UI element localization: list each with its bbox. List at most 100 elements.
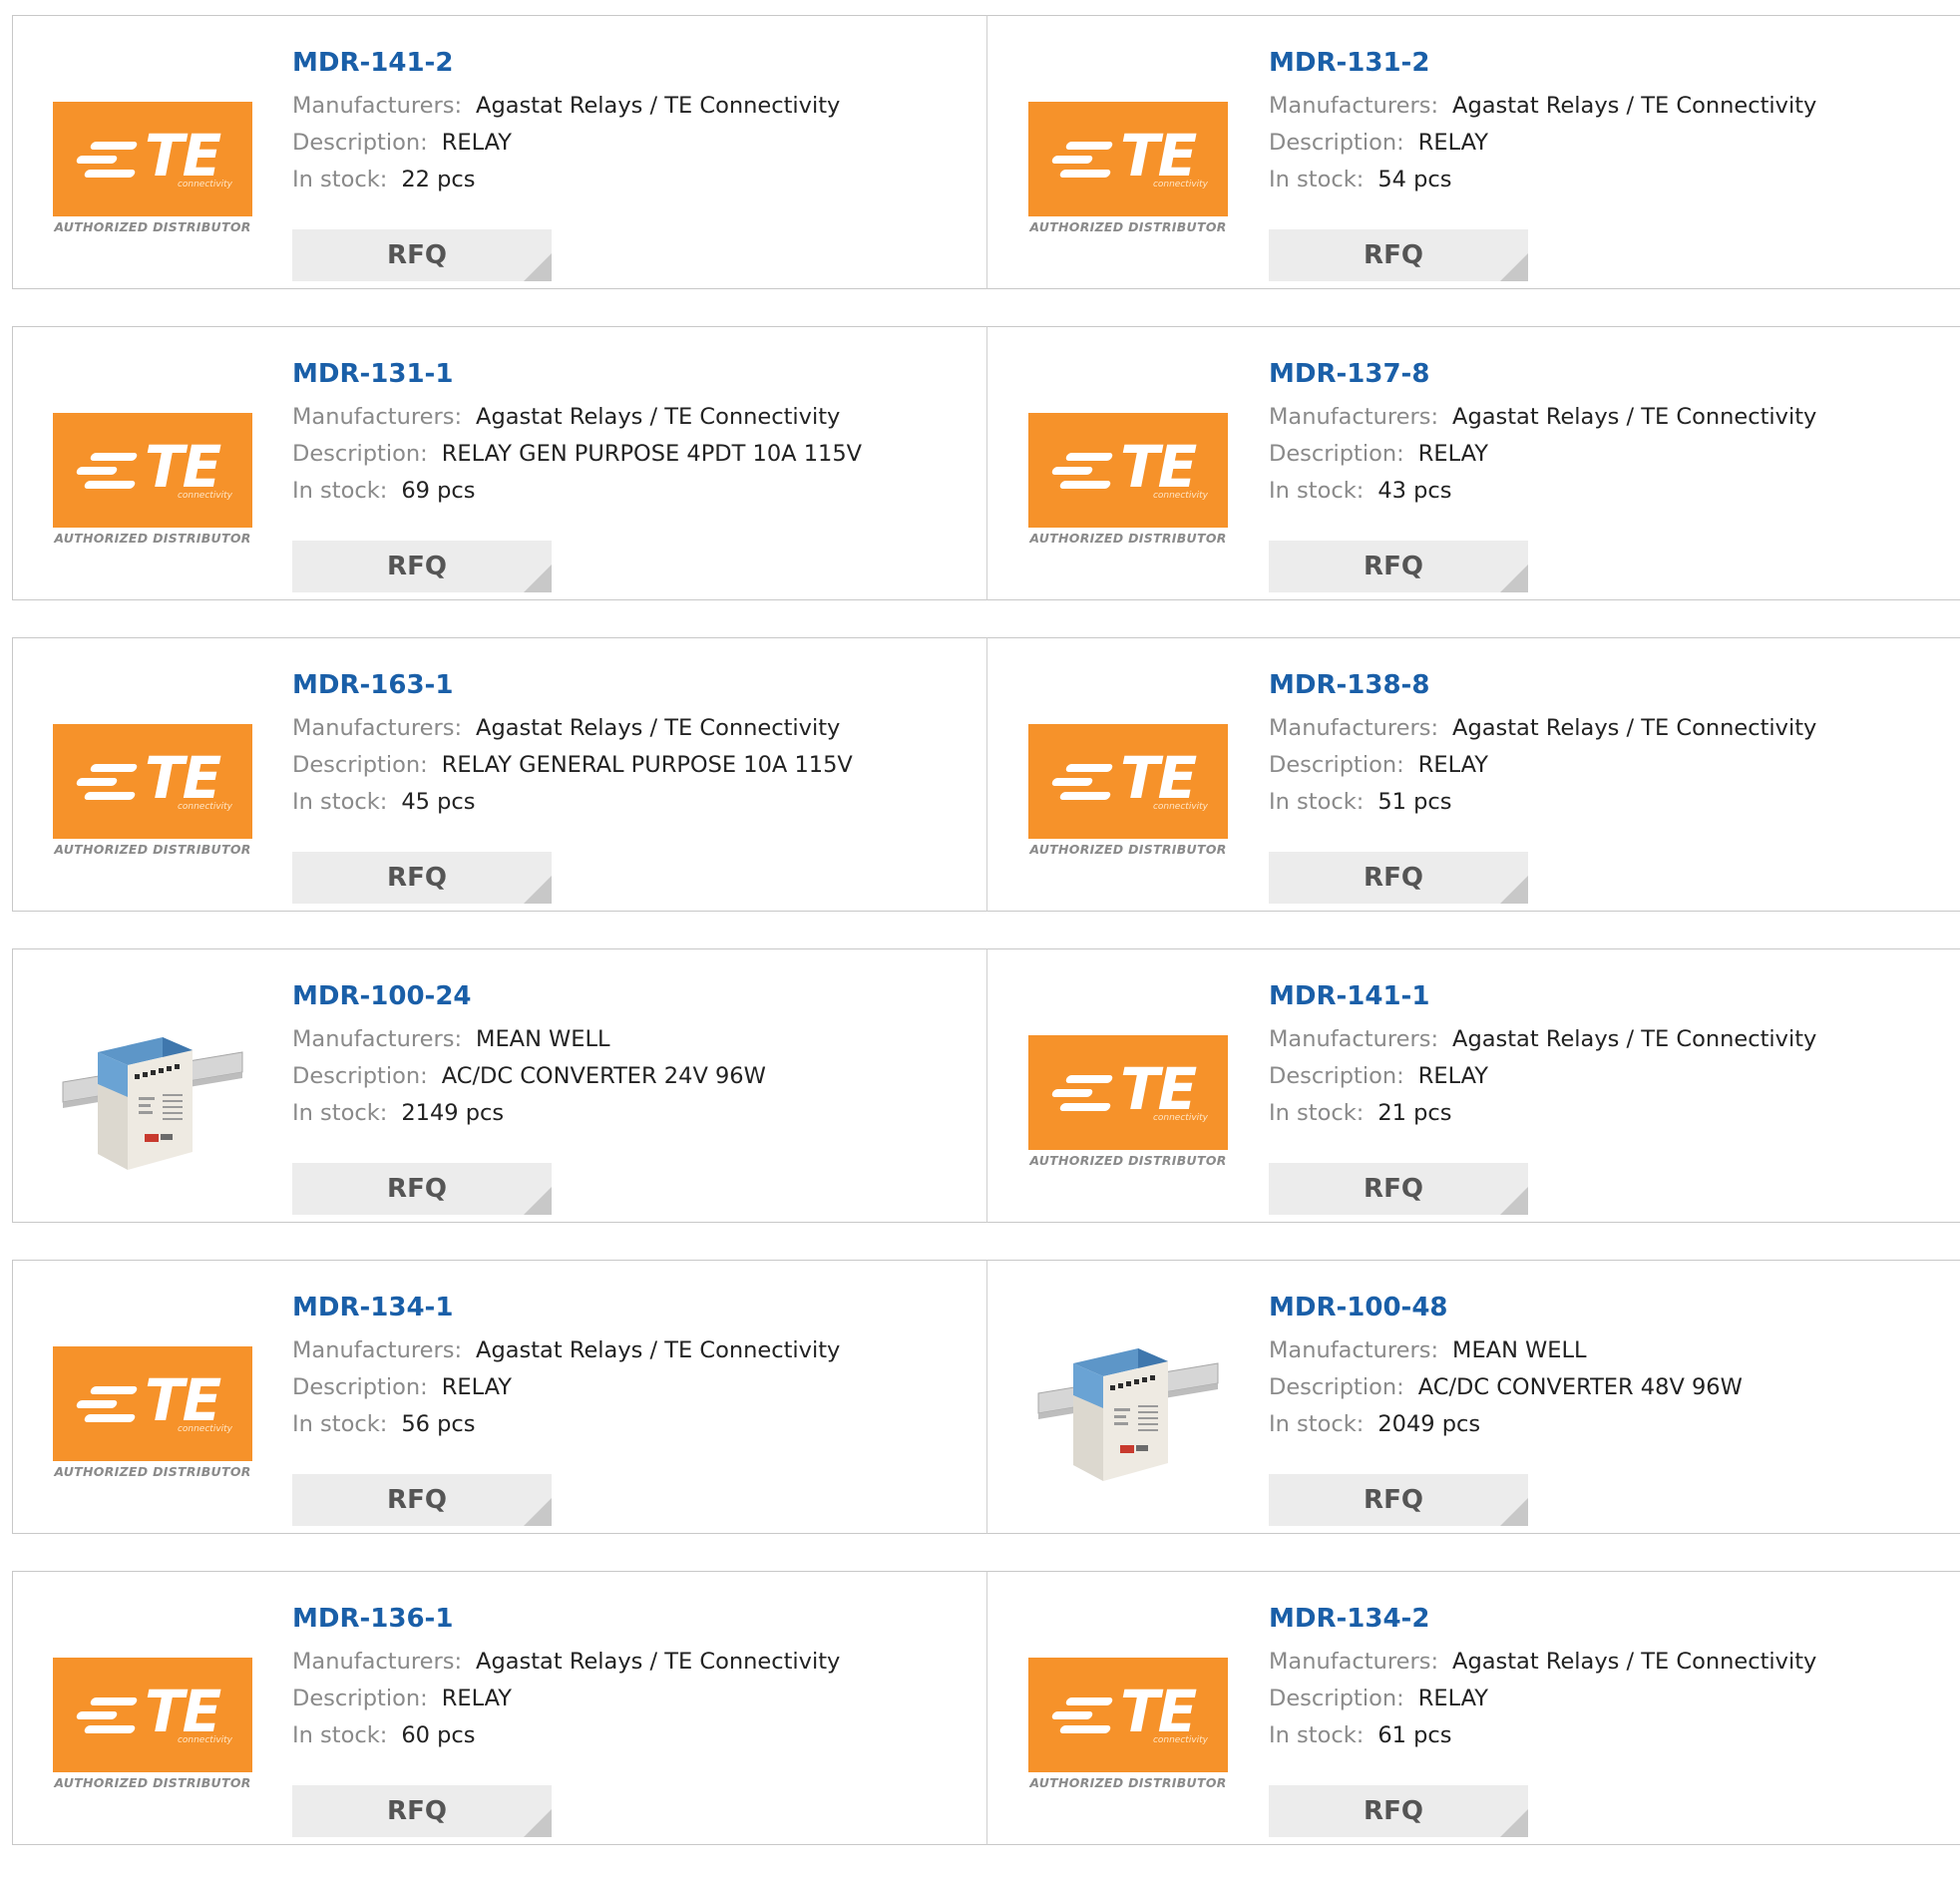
description-row: Description: RELAY xyxy=(1269,436,1927,473)
stock-value: 61 pcs xyxy=(1377,1722,1452,1748)
product-card: TE connectivity AUTHORIZED DISTRIBUTOR M… xyxy=(12,326,987,600)
product-title-link[interactable]: MDR-100-24 xyxy=(292,979,951,1013)
description-value: RELAY xyxy=(441,130,513,156)
product-row: TE connectivity AUTHORIZED DISTRIBUTOR M… xyxy=(12,1260,1960,1534)
stock-value: 51 pcs xyxy=(1377,789,1452,815)
product-row: TE connectivity AUTHORIZED DISTRIBUTOR M… xyxy=(12,326,1960,600)
product-title-link[interactable]: MDR-141-2 xyxy=(292,46,951,80)
product-title-link[interactable]: MDR-136-1 xyxy=(292,1602,951,1636)
stock-row: In stock: 69 pcs xyxy=(292,473,951,510)
product-title-link[interactable]: MDR-131-1 xyxy=(292,357,951,391)
product-thumbnail[interactable]: TE connectivity AUTHORIZED DISTRIBUTOR xyxy=(53,691,252,859)
description-value: RELAY xyxy=(1417,1063,1489,1089)
corner-triangle-icon xyxy=(1500,1809,1528,1837)
te-connectivity-logo: TE connectivity AUTHORIZED DISTRIBUTOR xyxy=(53,413,252,548)
manufacturer-value: MEAN WELL xyxy=(476,1026,610,1052)
product-title-link[interactable]: MDR-137-8 xyxy=(1269,357,1927,391)
corner-triangle-icon xyxy=(524,1187,552,1215)
product-card: TE connectivity AUTHORIZED DISTRIBUTOR M… xyxy=(12,1260,987,1534)
rfq-button[interactable]: RFQ xyxy=(292,229,552,281)
stock-label: In stock: xyxy=(292,1100,388,1126)
product-row: TE connectivity AUTHORIZED DISTRIBUTOR M… xyxy=(12,1571,1960,1845)
manufacturer-value: Agastat Relays / TE Connectivity xyxy=(1452,93,1817,119)
stock-label: In stock: xyxy=(292,167,388,192)
te-connectivity-logo: TE connectivity AUTHORIZED DISTRIBUTOR xyxy=(53,724,252,859)
manufacturer-label: Manufacturers: xyxy=(1269,1649,1439,1675)
manufacturer-row: Manufacturers: Agastat Relays / TE Connec… xyxy=(1269,88,1927,125)
stock-label: In stock: xyxy=(1269,167,1365,192)
te-connectivity-logo: TE connectivity AUTHORIZED DISTRIBUTOR xyxy=(1028,1658,1228,1792)
description-label: Description: xyxy=(292,752,428,778)
rfq-button[interactable]: RFQ xyxy=(1269,1785,1528,1837)
manufacturer-row: Manufacturers: Agastat Relays / TE Connec… xyxy=(292,88,951,125)
product-title-link[interactable]: MDR-138-8 xyxy=(1269,668,1927,702)
product-title-link[interactable]: MDR-134-1 xyxy=(292,1291,951,1324)
description-value: RELAY GENERAL PURPOSE 10A 115V xyxy=(441,752,853,778)
rfq-button[interactable]: RFQ xyxy=(292,541,552,592)
product-row: TE connectivity AUTHORIZED DISTRIBUTOR M… xyxy=(12,637,1960,912)
product-card: TE connectivity AUTHORIZED DISTRIBUTOR M… xyxy=(987,326,1960,600)
manufacturer-label: Manufacturers: xyxy=(1269,715,1439,741)
manufacturer-value: Agastat Relays / TE Connectivity xyxy=(476,1649,841,1675)
product-thumbnail[interactable]: TE connectivity AUTHORIZED DISTRIBUTOR xyxy=(1028,691,1228,859)
manufacturer-value: Agastat Relays / TE Connectivity xyxy=(476,93,841,119)
description-row: Description: RELAY xyxy=(1269,125,1927,162)
product-card: TE connectivity AUTHORIZED DISTRIBUTOR M… xyxy=(987,637,1960,912)
product-thumbnail[interactable]: TE connectivity AUTHORIZED DISTRIBUTOR xyxy=(53,1314,252,1481)
description-label: Description: xyxy=(1269,752,1404,778)
description-label: Description: xyxy=(292,1063,428,1089)
product-thumbnail[interactable]: TE connectivity AUTHORIZED DISTRIBUTOR xyxy=(1028,69,1228,236)
description-value: RELAY xyxy=(1417,441,1489,467)
rfq-button[interactable]: RFQ xyxy=(1269,852,1528,904)
product-thumbnail[interactable]: TE connectivity AUTHORIZED DISTRIBUTOR xyxy=(53,69,252,236)
manufacturer-row: Manufacturers: Agastat Relays / TE Connec… xyxy=(1269,1021,1927,1058)
product-thumbnail[interactable]: TE connectivity AUTHORIZED DISTRIBUTOR xyxy=(53,380,252,548)
corner-triangle-icon xyxy=(1500,253,1528,281)
product-thumbnail[interactable] xyxy=(1028,1314,1228,1481)
stock-row: In stock: 61 pcs xyxy=(1269,1717,1927,1754)
rfq-button[interactable]: RFQ xyxy=(292,1474,552,1526)
te-connectivity-logo: TE connectivity AUTHORIZED DISTRIBUTOR xyxy=(1028,724,1228,859)
rfq-button[interactable]: RFQ xyxy=(1269,1474,1528,1526)
rfq-button[interactable]: RFQ xyxy=(292,1785,552,1837)
stock-row: In stock: 60 pcs xyxy=(292,1717,951,1754)
stock-value: 56 pcs xyxy=(401,1411,476,1437)
manufacturer-row: Manufacturers: MEAN WELL xyxy=(1269,1332,1927,1369)
te-connectivity-logo: TE connectivity AUTHORIZED DISTRIBUTOR xyxy=(53,1658,252,1792)
rfq-button[interactable]: RFQ xyxy=(292,852,552,904)
stock-row: In stock: 45 pcs xyxy=(292,784,951,821)
description-value: RELAY xyxy=(441,1374,513,1400)
product-thumbnail[interactable]: TE connectivity AUTHORIZED DISTRIBUTOR xyxy=(1028,1002,1228,1170)
rfq-button[interactable]: RFQ xyxy=(1269,1163,1528,1215)
manufacturer-row: Manufacturers: Agastat Relays / TE Connec… xyxy=(1269,1644,1927,1681)
description-label: Description: xyxy=(292,130,428,156)
product-title-link[interactable]: MDR-134-2 xyxy=(1269,1602,1927,1636)
product-thumbnail[interactable]: TE connectivity AUTHORIZED DISTRIBUTOR xyxy=(1028,1625,1228,1792)
product-thumbnail[interactable]: TE connectivity AUTHORIZED DISTRIBUTOR xyxy=(53,1625,252,1792)
description-label: Description: xyxy=(1269,1686,1404,1711)
rfq-button[interactable]: RFQ xyxy=(1269,229,1528,281)
rfq-button[interactable]: RFQ xyxy=(292,1163,552,1215)
product-card: MDR-100-24 Manufacturers: MEAN WELL Descr… xyxy=(12,948,987,1223)
stock-value: 21 pcs xyxy=(1377,1100,1452,1126)
manufacturer-row: Manufacturers: Agastat Relays / TE Connec… xyxy=(292,399,951,436)
product-card: TE connectivity AUTHORIZED DISTRIBUTOR M… xyxy=(12,637,987,912)
product-grid: TE connectivity AUTHORIZED DISTRIBUTOR M… xyxy=(12,15,1960,1882)
manufacturer-label: Manufacturers: xyxy=(1269,93,1439,119)
product-title-link[interactable]: MDR-163-1 xyxy=(292,668,951,702)
stock-label: In stock: xyxy=(292,789,388,815)
product-title-link[interactable]: MDR-131-2 xyxy=(1269,46,1927,80)
manufacturer-label: Manufacturers: xyxy=(292,1026,463,1052)
manufacturer-value: MEAN WELL xyxy=(1452,1337,1587,1363)
stock-label: In stock: xyxy=(1269,1100,1365,1126)
description-row: Description: AC/DC CONVERTER 24V 96W xyxy=(292,1058,951,1095)
product-title-link[interactable]: MDR-100-48 xyxy=(1269,1291,1927,1324)
corner-triangle-icon xyxy=(524,565,552,592)
product-title-link[interactable]: MDR-141-1 xyxy=(1269,979,1927,1013)
stock-value: 43 pcs xyxy=(1377,478,1452,504)
product-thumbnail[interactable] xyxy=(53,1002,252,1170)
product-thumbnail[interactable]: TE connectivity AUTHORIZED DISTRIBUTOR xyxy=(1028,380,1228,548)
description-row: Description: RELAY xyxy=(292,1681,951,1717)
description-value: RELAY xyxy=(441,1686,513,1711)
rfq-button[interactable]: RFQ xyxy=(1269,541,1528,592)
